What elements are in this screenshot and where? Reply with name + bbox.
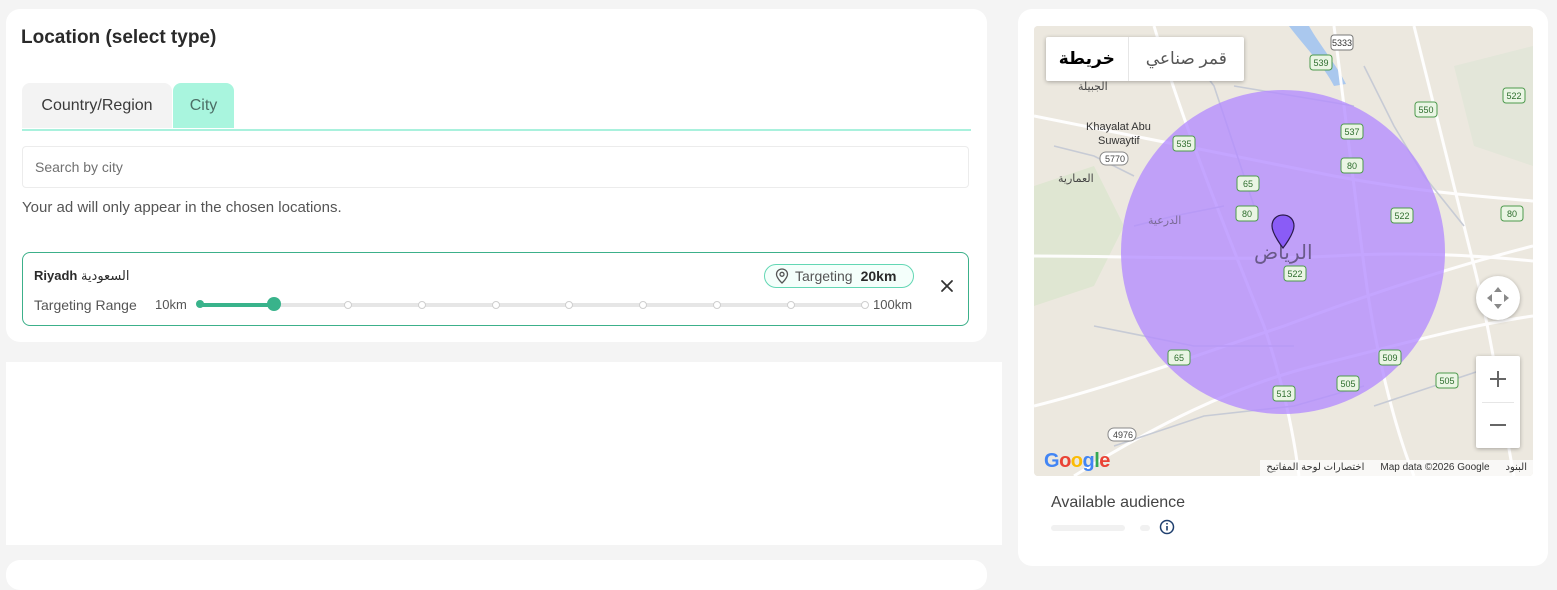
map-canvas: الرياض Khayalat Abu Suwaytif الجبيلة الع… (1034, 26, 1533, 476)
svg-text:65: 65 (1243, 179, 1253, 189)
tab-country-region[interactable]: Country/Region (22, 83, 172, 128)
place-label-diriyah: الدرعية (1148, 214, 1181, 227)
road-shield: 522 (1390, 207, 1414, 224)
terms-link[interactable]: البنود (1506, 460, 1527, 476)
selected-country: السعودية (80, 268, 130, 283)
svg-text:522: 522 (1394, 211, 1409, 221)
available-audience-title: Available audience (1051, 494, 1186, 511)
road-shield: 550 (1414, 101, 1438, 118)
map-type-toggle: خريطة قمر صناعي (1046, 37, 1244, 81)
audience-loading-dot (1140, 525, 1150, 531)
svg-text:80: 80 (1347, 161, 1357, 171)
svg-text:505: 505 (1340, 379, 1355, 389)
remove-location-icon[interactable] (938, 277, 956, 295)
svg-text:509: 509 (1382, 353, 1397, 363)
location-card: Location (select type) Country/Region Ci… (6, 9, 987, 342)
place-label-jubaylah: الجبيلة (1078, 80, 1108, 93)
targeting-label: Targeting (795, 268, 853, 284)
road-shield: 65 (1236, 175, 1260, 192)
selected-city: Riyadh (34, 268, 78, 283)
svg-text:539: 539 (1313, 58, 1328, 68)
road-shield: 522 (1283, 265, 1307, 282)
road-label-5770: 5770 (1105, 154, 1125, 164)
map-card: الرياض Khayalat Abu Suwaytif الجبيلة الع… (1018, 9, 1548, 566)
road-label-4976: 4976 (1113, 430, 1133, 440)
range-step-tick[interactable] (861, 301, 869, 309)
map-view[interactable]: الرياض Khayalat Abu Suwaytif الجبيلة الع… (1034, 26, 1533, 476)
road-shield: 80 (1235, 205, 1259, 222)
road-shield: 509 (1378, 349, 1402, 366)
location-type-tabs: Country/Region City (22, 83, 971, 131)
road-shield: 80 (1500, 205, 1524, 222)
svg-text:550: 550 (1418, 105, 1433, 115)
range-start-dot[interactable] (196, 300, 204, 308)
road-shield: 505 (1435, 372, 1459, 389)
svg-text:65: 65 (1174, 353, 1184, 363)
range-step-tick[interactable] (343, 301, 352, 309)
road-shield: 513 (1272, 385, 1296, 402)
map-data-credit: Map data ©2026 Google (1380, 462, 1490, 473)
range-step-tick[interactable] (417, 301, 426, 309)
selected-location-card: Riyadh السعودية Targeting 20km Targeting… (22, 252, 969, 326)
svg-text:537: 537 (1344, 127, 1359, 137)
range-step-tick[interactable] (565, 301, 574, 309)
range-step-tick[interactable] (713, 301, 722, 309)
range-max-label: 100km (873, 297, 913, 312)
city-search-input[interactable] (22, 146, 969, 188)
range-handle[interactable] (266, 297, 281, 311)
road-shield: 65 (1167, 349, 1191, 366)
empty-panel (6, 362, 1002, 545)
range-step-tick[interactable] (787, 301, 796, 309)
road-shield: 537 (1340, 123, 1364, 140)
targeting-range-slider[interactable] (196, 297, 869, 311)
location-hint: Your ad will only appear in the chosen l… (22, 199, 342, 216)
range-step-tick[interactable] (639, 301, 648, 309)
range-step-tick[interactable] (491, 301, 500, 309)
selected-location-name: Riyadh السعودية (34, 268, 130, 284)
road-shield: 505 (1336, 375, 1360, 392)
svg-text:5333: 5333 (1332, 38, 1352, 48)
road-shield: 522 (1502, 87, 1526, 104)
svg-text:505: 505 (1439, 376, 1454, 386)
svg-text:522: 522 (1287, 269, 1302, 279)
map-attribution: اختصارات لوحة المفاتيح Map data ©2026 Go… (1260, 460, 1533, 476)
road-shield: 535 (1172, 135, 1196, 152)
targeting-badge: Targeting 20km (764, 264, 914, 288)
place-label-ammariyah: العمارية (1058, 172, 1094, 185)
zoom-out-icon[interactable] (1476, 403, 1520, 448)
targeting-range-label: Targeting Range (34, 297, 137, 313)
svg-text:513: 513 (1276, 389, 1291, 399)
location-title: Location (select type) (21, 27, 217, 48)
map-type-map-button[interactable]: خريطة (1046, 37, 1128, 81)
svg-text:535: 535 (1176, 139, 1191, 149)
road-shield: 5333 (1330, 34, 1354, 51)
svg-text:522: 522 (1506, 91, 1521, 101)
targeting-value: 20km (860, 268, 897, 284)
svg-text:80: 80 (1507, 209, 1517, 219)
svg-text:80: 80 (1242, 209, 1252, 219)
location-pin-icon (775, 268, 789, 284)
zoom-in-icon[interactable] (1476, 356, 1520, 402)
range-min-label: 10km (155, 297, 187, 312)
map-type-satellite-button[interactable]: قمر صناعي (1127, 37, 1244, 81)
keyboard-shortcuts-link[interactable]: اختصارات لوحة المفاتيح (1266, 460, 1364, 476)
place-label-khayalat: Khayalat Abu (1086, 121, 1151, 133)
google-logo: Google (1044, 450, 1110, 472)
next-section-card (6, 560, 987, 590)
road-shield: 539 (1309, 54, 1333, 71)
place-label-suwaytif: Suwaytif (1098, 135, 1141, 147)
road-shield: 80 (1340, 157, 1364, 174)
info-icon[interactable] (1159, 519, 1175, 535)
range-fill (200, 303, 274, 307)
map-pan-control[interactable] (1476, 276, 1520, 320)
audience-loading-bar (1051, 525, 1125, 531)
map-zoom-control (1476, 356, 1520, 448)
tab-city[interactable]: City (173, 83, 234, 128)
pan-arrows-icon (1487, 287, 1509, 309)
